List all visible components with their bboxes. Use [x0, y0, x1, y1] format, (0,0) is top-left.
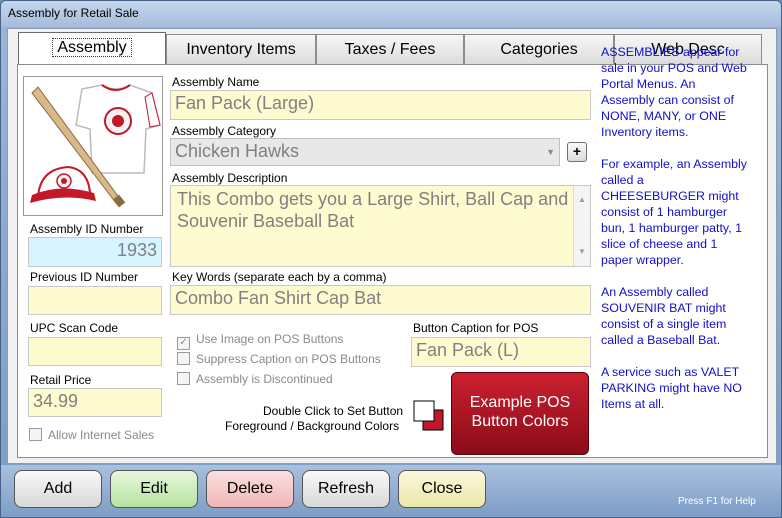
info-paragraph-2: For example, an Assembly called a CHEESE…: [601, 157, 747, 267]
color-swatch-icon[interactable]: [412, 399, 446, 433]
checkmark-icon: ✓: [177, 337, 190, 350]
delete-button[interactable]: Delete: [206, 470, 294, 508]
assembly-description-text: This Combo gets you a Large Shirt, Ball …: [177, 189, 569, 231]
assembly-window: Assembly for Retail Sale Assembly Invent…: [0, 0, 782, 518]
add-category-button[interactable]: +: [567, 142, 587, 162]
checkbox-box: [177, 372, 190, 385]
previous-id-label: Previous ID Number: [30, 270, 139, 284]
assembly-category-value: Chicken Hawks: [175, 141, 300, 161]
checkbox-box: [29, 428, 42, 441]
retail-price-field[interactable]: 34.99: [28, 388, 162, 417]
button-caption-label: Button Caption for POS: [413, 321, 539, 335]
window-title: Assembly for Retail Sale: [8, 6, 139, 20]
chevron-down-icon: ▼: [546, 147, 555, 157]
tab-assembly[interactable]: Assembly: [18, 32, 166, 64]
upc-field[interactable]: [28, 337, 162, 366]
help-hint: Press F1 for Help: [678, 496, 756, 507]
use-image-checkbox[interactable]: ✓ Use Image on POS Buttons: [177, 332, 343, 350]
tab-assembly-label: Assembly: [52, 38, 132, 57]
assembly-category-select[interactable]: Chicken Hawks ▼: [170, 138, 560, 166]
button-caption-field[interactable]: Fan Pack (L): [411, 337, 591, 367]
discontinued-label: Assembly is Discontinued: [196, 372, 333, 386]
suppress-caption-checkbox[interactable]: Suppress Caption on POS Buttons: [177, 352, 381, 366]
tab-taxes-fees[interactable]: Taxes / Fees: [316, 34, 464, 64]
info-paragraph-1: ASSEMBLIES appear for sale in your POS a…: [601, 45, 747, 139]
assembly-id-label: Assembly ID Number: [30, 222, 144, 236]
title-bar: Assembly for Retail Sale: [1, 1, 781, 27]
upc-label: UPC Scan Code: [30, 321, 119, 335]
refresh-button[interactable]: Refresh: [302, 470, 390, 508]
example-pos-button[interactable]: Example POS Button Colors: [451, 372, 589, 455]
color-hint-line2: Foreground / Background Colors: [225, 419, 400, 433]
assembly-name-field[interactable]: Fan Pack (Large): [170, 90, 591, 120]
suppress-caption-label: Suppress Caption on POS Buttons: [196, 352, 381, 366]
tab-categories-label: Categories: [500, 41, 578, 58]
use-image-label: Use Image on POS Buttons: [196, 332, 344, 346]
info-text: ASSEMBLIES appear for sale in your POS a…: [601, 44, 751, 428]
discontinued-checkbox[interactable]: Assembly is Discontinued: [177, 372, 333, 386]
allow-internet-sales-checkbox[interactable]: Allow Internet Sales: [29, 428, 154, 442]
assembly-category-label: Assembly Category: [172, 124, 277, 138]
keywords-label: Key Words (separate each by a comma): [172, 270, 387, 284]
allow-internet-sales-label: Allow Internet Sales: [48, 428, 155, 442]
retail-price-label: Retail Price: [30, 373, 92, 387]
description-scrollbar[interactable]: ▲ ▼: [573, 186, 590, 266]
assembly-id-field[interactable]: 1933: [28, 237, 162, 267]
scroll-up-icon: ▲: [578, 195, 586, 204]
scroll-down-icon: ▼: [578, 247, 586, 256]
close-button[interactable]: Close: [398, 470, 486, 508]
tab-taxes-fees-label: Taxes / Fees: [344, 41, 436, 58]
tab-inventory-items[interactable]: Inventory Items: [166, 34, 316, 64]
color-hint-line1: Double Click to Set Button: [263, 404, 404, 418]
tab-categories[interactable]: Categories: [464, 34, 614, 64]
example-pos-line2: Button Colors: [471, 413, 569, 430]
assembly-image[interactable]: [23, 76, 163, 216]
example-pos-line1: Example POS: [469, 394, 571, 411]
assembly-name-label: Assembly Name: [172, 75, 260, 89]
tab-inventory-items-label: Inventory Items: [186, 41, 296, 58]
baseball-merch-image: [30, 84, 161, 208]
previous-id-field[interactable]: [28, 286, 162, 315]
info-paragraph-3: An Assembly called SOUVENIR BAT might co…: [601, 285, 727, 347]
checkbox-box: [177, 352, 190, 365]
add-button[interactable]: Add: [14, 470, 102, 508]
keywords-field[interactable]: Combo Fan Shirt Cap Bat: [170, 285, 591, 315]
assembly-description-label: Assembly Description: [172, 171, 288, 185]
info-paragraph-4: A service such as VALET PARKING might ha…: [601, 365, 742, 411]
edit-button[interactable]: Edit: [110, 470, 198, 508]
assembly-description-field[interactable]: This Combo gets you a Large Shirt, Ball …: [170, 185, 591, 267]
